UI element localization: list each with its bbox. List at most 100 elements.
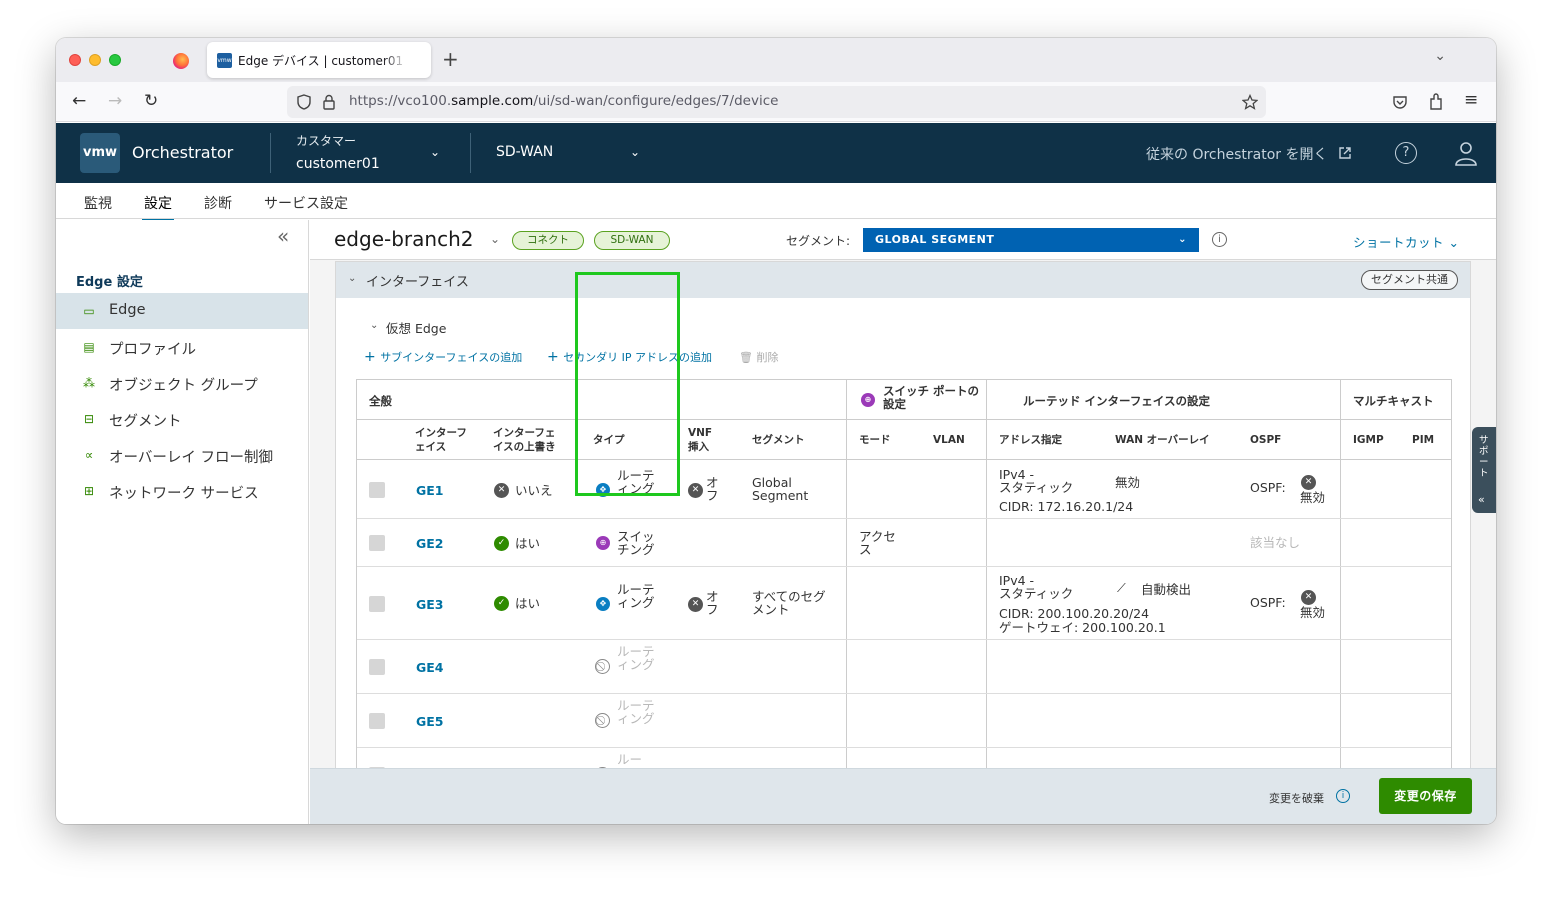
ospf-label: OSPF: [1250, 595, 1286, 610]
row-checkbox[interactable] [369, 659, 385, 675]
type-value: ルー [617, 752, 643, 767]
chevron-down-icon[interactable]: ⌄ [490, 232, 500, 246]
navigation-toolbar: ← → ↻ https://vco100.sample.com/ui/sd-wa… [56, 82, 1496, 122]
new-tab-button[interactable]: + [442, 47, 459, 71]
sidebar-item-profile[interactable]: ▤ プロファイル [56, 329, 308, 365]
magic-wand-icon: ⟋ [1117, 580, 1126, 595]
add-subinterface-button[interactable]: + サブインターフェイスの追加 [364, 349, 522, 365]
save-changes-button[interactable]: 変更の保存 [1379, 778, 1472, 814]
customer-value: customer01 [296, 156, 380, 172]
shortcut-menu[interactable]: ショートカット ⌄ [1353, 232, 1459, 251]
sidebar: « Edge 設定 ▭ Edge ▤ プロファイル ⁂ オブジェクト グループ … [56, 220, 309, 824]
group-header-routed: ルーテッド インターフェイスの設定 [987, 380, 1340, 420]
vnf-value: オフ [706, 475, 719, 503]
tab-list-button[interactable]: ⌄ [1434, 48, 1446, 64]
group-header-switch-port: ⊕ スイッチ ポートの設定 [847, 380, 986, 420]
x-circle-icon: ✕ [688, 483, 703, 498]
extensions-icon[interactable] [1428, 93, 1444, 111]
col-igmp: IGMP [1353, 434, 1384, 446]
tab-configure[interactable]: 設定 [142, 193, 174, 222]
sidebar-item-label: セグメント [109, 414, 182, 430]
forward-icon[interactable]: → [108, 91, 122, 111]
collapse-sidebar-icon[interactable]: « [277, 224, 289, 248]
close-window-button[interactable] [69, 54, 81, 66]
table-row[interactable]: GE2 ✓ はい ⊕ スイッチング アクセス 該当なし [357, 519, 1451, 567]
main-tabs: 監視 設定 診断 サービス設定 [56, 183, 1496, 222]
interface-link[interactable]: GE2 [416, 536, 444, 551]
sidebar-item-label: ネットワーク サービス [109, 486, 259, 502]
info-icon[interactable]: i [1212, 232, 1227, 247]
external-link-icon[interactable] [1338, 146, 1352, 160]
table-row[interactable]: GE1 ✕ いいえ ✥ ルーティング ✕ オフ Global Segment I… [357, 460, 1451, 519]
vmware-logo[interactable]: vmw [80, 133, 120, 173]
sidebar-item-network-services[interactable]: ⊞ ネットワーク サービス [56, 473, 308, 509]
col-override: インターフェイスの上書き [493, 427, 556, 453]
tab-monitor[interactable]: 監視 [84, 193, 112, 213]
interface-link[interactable]: GE1 [416, 483, 444, 498]
app-header: vmw Orchestrator カスタマー customer01 ⌄ SD-W… [56, 123, 1496, 183]
info-icon[interactable]: i [1336, 789, 1350, 803]
chevron-down-icon: ⌄ [1178, 234, 1187, 245]
x-circle-icon: ✕ [494, 483, 509, 498]
customer-label: カスタマー [296, 134, 357, 148]
minimize-window-button[interactable] [89, 54, 101, 66]
overlay-flow-icon: ∝ [84, 448, 94, 462]
table-row[interactable]: GE5 ⃠ ルーティング [357, 694, 1451, 748]
trash-icon: 🗑 [739, 351, 757, 364]
product-value: SD-WAN [496, 144, 554, 160]
sidebar-item-object-groups[interactable]: ⁂ オブジェクト グループ [56, 365, 308, 401]
network-services-icon: ⊞ [83, 484, 95, 498]
interface-link[interactable]: GE4 [416, 660, 444, 675]
table-row[interactable]: GE3 ✓ はい ✥ ルーティング ✕ オフ すべてのセグメント IPv4 - … [357, 567, 1451, 640]
reload-icon[interactable]: ↻ [144, 91, 158, 111]
footer-bar: 変更を破棄 i 変更の保存 [310, 768, 1496, 824]
segment-value: すべてのセグメント [752, 589, 826, 617]
group-header-multicast: マルチキャスト [1341, 380, 1451, 420]
mode-value: アクセス [859, 529, 896, 557]
menu-icon[interactable]: ≡ [1464, 90, 1478, 110]
discard-changes-button[interactable]: 変更を破棄 [1269, 790, 1324, 806]
url-text: https://vco100.sample.com/ui/sd-wan/conf… [349, 93, 779, 109]
firefox-icon[interactable] [173, 53, 189, 69]
type-value: ルーティング [617, 698, 655, 726]
sidebar-item-edge[interactable]: ▭ Edge [56, 293, 308, 329]
bookmark-star-icon[interactable] [1242, 94, 1258, 110]
page-header: edge-branch2 ⌄ コネクト SD-WAN セグメント: GLOBAL… [310, 220, 1496, 260]
sidebar-item-label: オーバーレイ フロー制御 [109, 450, 273, 466]
legacy-orchestrator-link[interactable]: 従来の Orchestrator を開く [1146, 144, 1327, 164]
interfaces-panel: ⌄ インターフェイス セグメント共通 ⌄ 仮想 Edge + サブインターフェイ… [335, 261, 1471, 824]
sidebar-item-segments[interactable]: ⊟ セグメント [56, 401, 308, 437]
help-icon[interactable]: ? [1395, 142, 1417, 164]
sidebar-item-overlay-flow[interactable]: ∝ オーバーレイ フロー制御 [56, 437, 308, 473]
subsection-title: 仮想 Edge [386, 321, 447, 336]
ospf-label: OSPF: [1250, 480, 1286, 495]
delete-button[interactable]: 🗑 削除 [739, 349, 778, 365]
browser-tab[interactable]: vmw Edge デバイス | customer01 | VMware [207, 42, 431, 78]
support-side-tab[interactable]: サポート « [1472, 427, 1496, 513]
pocket-icon[interactable] [1392, 94, 1408, 110]
col-addressing: アドレス指定 [999, 434, 1062, 446]
main-content: edge-branch2 ⌄ コネクト SD-WAN セグメント: GLOBAL… [310, 220, 1496, 824]
table-row[interactable]: GE4 ⃠ ルーティング [357, 640, 1451, 694]
row-checkbox[interactable] [369, 535, 385, 551]
interfaces-section-header[interactable]: ⌄ インターフェイス セグメント共通 [336, 262, 1470, 298]
row-checkbox[interactable] [369, 713, 385, 729]
sidebar-title: Edge 設定 [76, 275, 143, 290]
maximize-window-button[interactable] [109, 54, 121, 66]
type-column-highlight [575, 272, 680, 496]
ospf-value: 該当なし [1250, 535, 1301, 550]
chevron-down-icon: ⌄ [630, 145, 641, 159]
switching-icon: ⊕ [596, 536, 610, 550]
tab-service-settings[interactable]: サービス設定 [264, 193, 348, 213]
back-icon[interactable]: ← [72, 91, 86, 111]
chevron-down-icon[interactable]: ⌄ [370, 320, 378, 331]
segment-select[interactable]: GLOBAL SEGMENT ⌄ [863, 228, 1199, 252]
interface-link[interactable]: GE5 [416, 714, 444, 729]
addressing-line: スタティック [999, 586, 1074, 601]
interface-link[interactable]: GE3 [416, 597, 444, 612]
row-checkbox[interactable] [369, 482, 385, 498]
tab-diagnostics[interactable]: 診断 [204, 193, 232, 213]
row-checkbox[interactable] [369, 596, 385, 612]
user-icon[interactable] [1454, 140, 1478, 166]
url-bar[interactable]: https://vco100.sample.com/ui/sd-wan/conf… [287, 86, 1266, 118]
